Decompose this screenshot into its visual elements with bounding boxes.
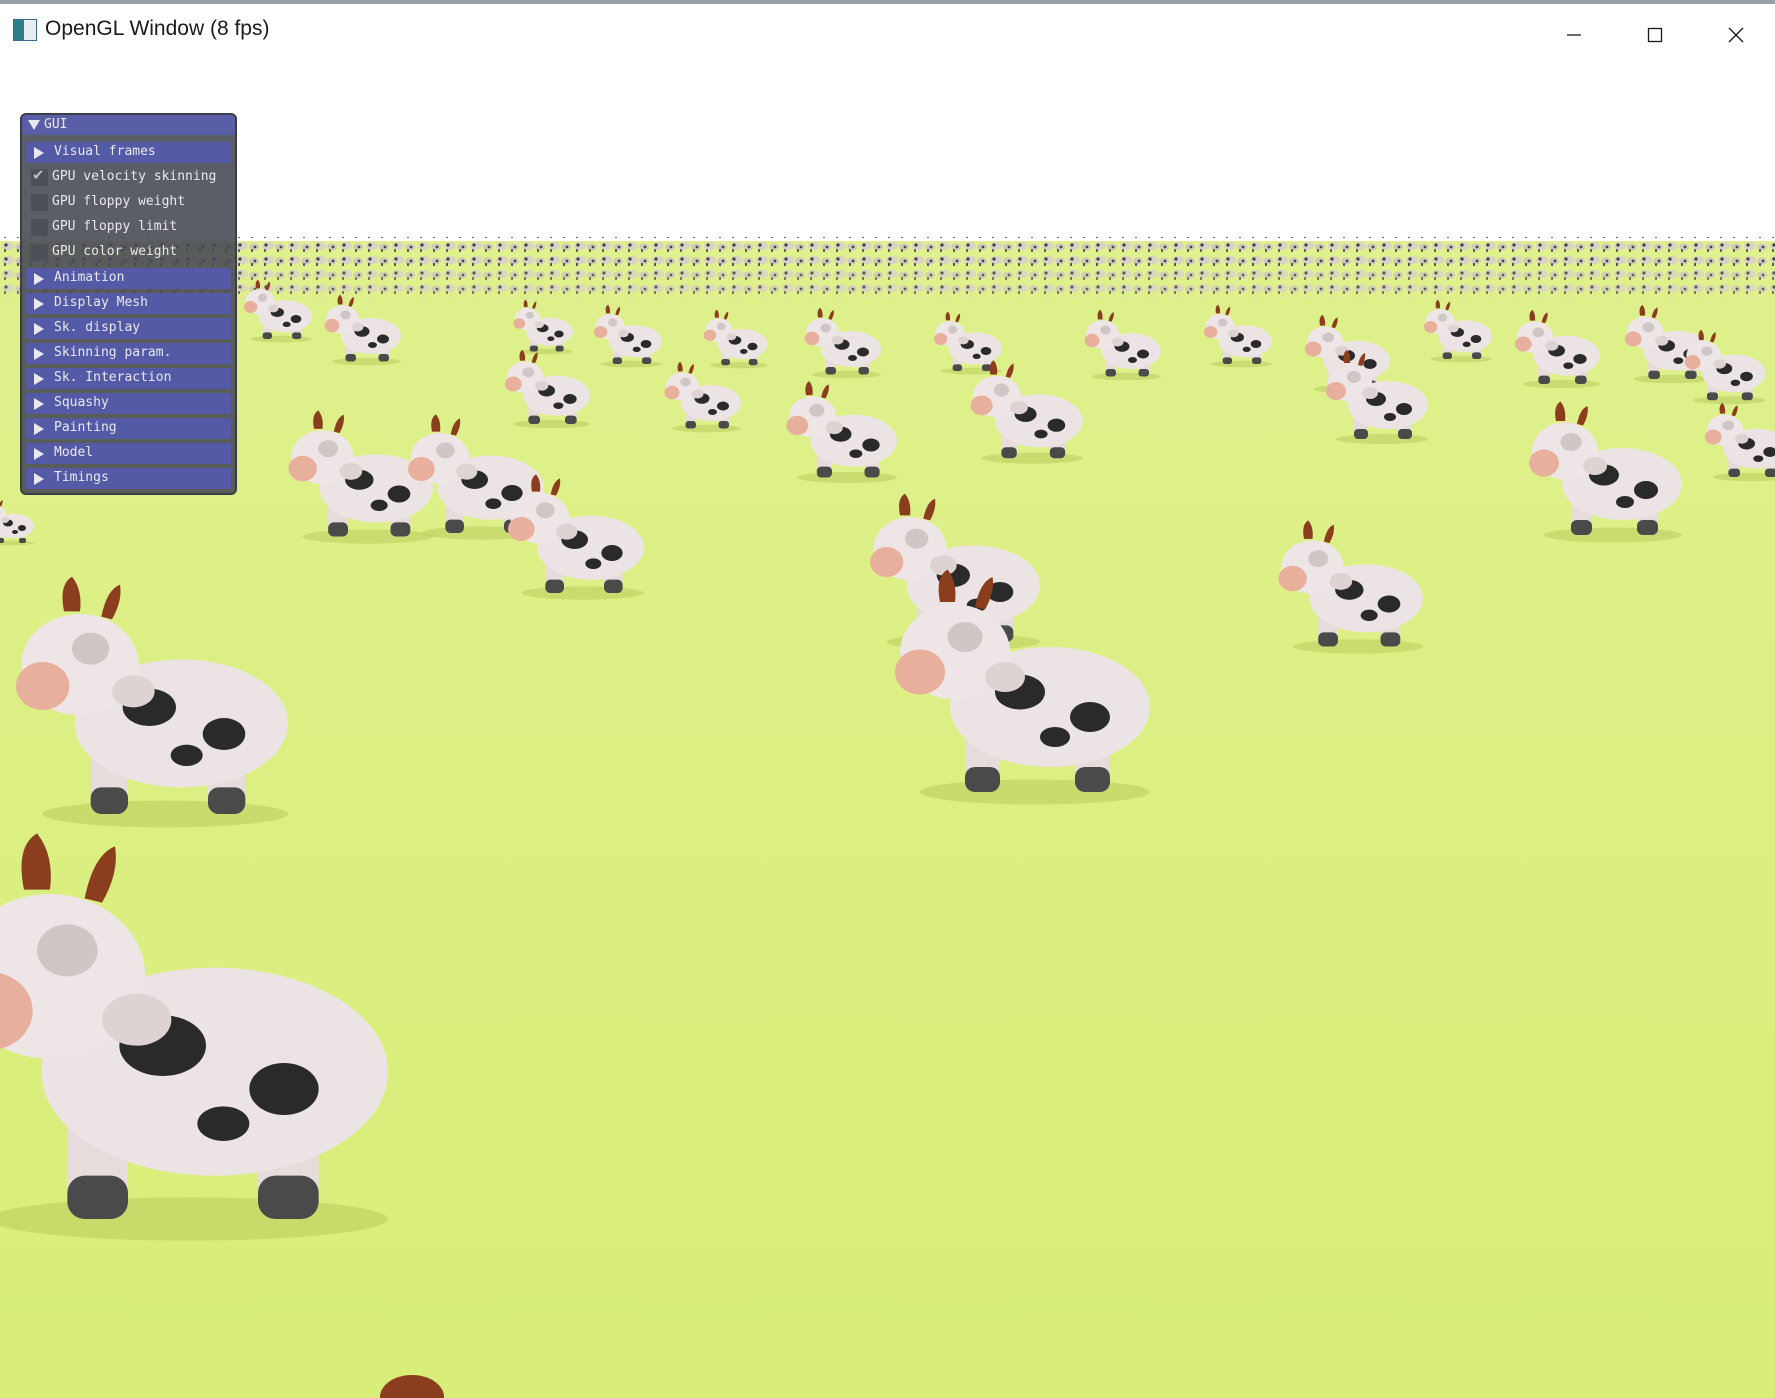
gui-section-sk-interaction[interactable]: Sk. Interaction [26, 368, 231, 389]
minimize-icon [1567, 33, 1581, 36]
checkbox-box[interactable]: ✔ [31, 166, 48, 186]
expand-triangle-icon [34, 473, 44, 485]
gui-section-squashy[interactable]: Squashy [26, 393, 231, 414]
expand-triangle-icon [34, 298, 44, 310]
section-label: Visual frames [54, 144, 156, 159]
gpu-floppy-limit-checkbox[interactable]: GPU floppy limit [26, 217, 231, 238]
expand-triangle-icon [34, 323, 44, 335]
section-label: Animation [54, 270, 125, 285]
minimize-button[interactable] [1534, 8, 1614, 61]
section-label: Sk. display [54, 320, 141, 335]
cow-herd-scene [0, 57, 1775, 1398]
gui-header[interactable]: GUI [22, 115, 235, 135]
section-label: Display Mesh [54, 295, 148, 310]
section-label: Sk. Interaction [54, 370, 172, 385]
gui-section-display-mesh[interactable]: Display Mesh [26, 293, 231, 314]
expand-triangle-icon [34, 373, 44, 385]
section-label: Painting [54, 420, 117, 435]
checkbox-label: GPU floppy weight [52, 194, 186, 209]
gpu-velocity-skinning-checkbox[interactable]: ✔ GPU velocity skinning [26, 166, 231, 188]
gui-title: GUI [44, 117, 68, 132]
gui-section-visual-frames[interactable]: Visual frames [26, 142, 231, 163]
gui-panel[interactable]: GUI Visual frames ✔ GPU velocity skinnin… [20, 113, 237, 495]
gui-section-animation[interactable]: Animation [26, 268, 231, 289]
section-label: Squashy [54, 395, 109, 410]
maximize-button[interactable] [1615, 8, 1695, 61]
checkbox-box[interactable] [31, 194, 48, 211]
app-icon [13, 19, 37, 41]
section-label: Timings [54, 470, 109, 485]
expand-triangle-icon [34, 147, 44, 159]
window-titlebar[interactable]: OpenGL Window (8 fps) [0, 4, 1775, 57]
gui-section-timings[interactable]: Timings [26, 468, 231, 489]
maximize-icon [1647, 27, 1663, 42]
expand-triangle-icon [34, 448, 44, 460]
checkmark-icon: ✔ [32, 166, 45, 184]
gpu-color-weight-checkbox[interactable]: GPU color weight [26, 242, 231, 263]
window-title: OpenGL Window (8 fps) [45, 17, 270, 40]
checkbox-label: GPU velocity skinning [52, 169, 217, 184]
close-button[interactable] [1696, 8, 1775, 61]
gui-section-skinning-param[interactable]: Skinning param. [26, 343, 231, 364]
checkbox-label: GPU floppy limit [52, 219, 178, 234]
section-label: Skinning param. [54, 345, 172, 360]
checkbox-box[interactable] [31, 244, 48, 261]
collapse-triangle-icon [28, 120, 40, 130]
expand-triangle-icon [34, 348, 44, 360]
gui-section-model[interactable]: Model [26, 443, 231, 464]
expand-triangle-icon [34, 273, 44, 285]
gpu-floppy-weight-checkbox[interactable]: GPU floppy weight [26, 192, 231, 213]
section-label: Model [54, 445, 94, 460]
expand-triangle-icon [34, 398, 44, 410]
expand-triangle-icon [34, 423, 44, 435]
close-icon [1728, 27, 1744, 42]
opengl-viewport[interactable]: GUI Visual frames ✔ GPU velocity skinnin… [0, 57, 1775, 1398]
checkbox-box[interactable] [31, 219, 48, 236]
checkbox-label: GPU color weight [52, 244, 178, 259]
gui-section-painting[interactable]: Painting [26, 418, 231, 439]
gui-section-sk-display[interactable]: Sk. display [26, 318, 231, 339]
